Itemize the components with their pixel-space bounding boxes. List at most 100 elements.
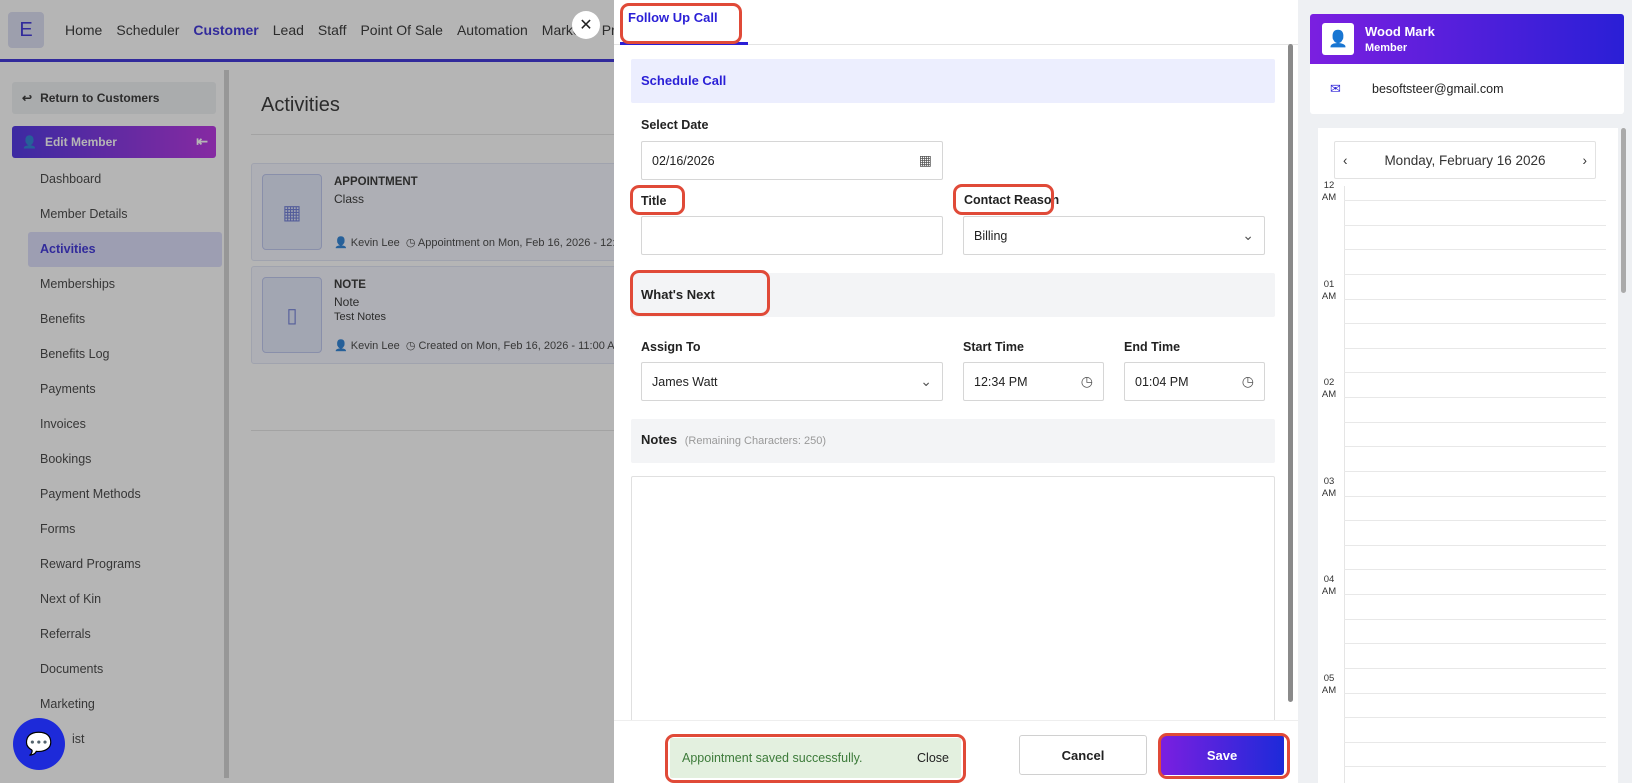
select-date-label: Select Date	[641, 118, 709, 132]
calendar-slot-line	[1344, 667, 1606, 669]
contact-reason-label: Contact Reason	[964, 193, 1060, 207]
end-time-field[interactable]: 01:04 PM ◷	[1124, 362, 1265, 401]
user-icon: 👤	[1328, 31, 1348, 48]
calendar-hour-label: 12 AM	[1320, 180, 1338, 204]
calendar-slot-line	[1344, 421, 1606, 423]
member-name: Wood Mark	[1365, 24, 1435, 39]
whats-next-heading: What's Next	[631, 273, 1275, 317]
calendar-hour-label: 05 AM	[1320, 673, 1338, 697]
start-time-field[interactable]: 12:34 PM ◷	[963, 362, 1104, 401]
chat-icon: 💬	[25, 731, 53, 756]
calendar-slot-line	[1344, 273, 1606, 275]
notes-textarea[interactable]	[631, 476, 1275, 726]
hour-period: AM	[1321, 389, 1337, 400]
calendar-slot-line	[1344, 470, 1606, 472]
save-button[interactable]: Save	[1160, 735, 1284, 775]
calendar-hour-label: 02 AM	[1320, 377, 1338, 401]
calendar-scrollbar[interactable]	[1621, 128, 1626, 293]
hour-value: 04	[1323, 574, 1335, 585]
assign-to-select[interactable]: James Watt ⌄	[641, 362, 943, 401]
chevron-down-icon: ⌄	[920, 373, 932, 389]
end-time-value: 01:04 PM	[1135, 374, 1189, 389]
calendar-slot-line	[1344, 372, 1606, 374]
member-role: Member	[1365, 42, 1408, 54]
calendar-slot-line	[1344, 298, 1606, 300]
dialog-footer: Appointment saved successfully. Close Ca…	[614, 720, 1298, 783]
tab-active-indicator	[620, 42, 748, 45]
calendar-slot-line	[1344, 249, 1606, 251]
success-toast: Appointment saved successfully. Close	[670, 738, 961, 778]
hour-value: 12	[1323, 180, 1335, 191]
member-card: 👤 Wood Mark Member ✉ besoftsteer@gmail.c…	[1310, 14, 1624, 114]
calendar-slot-line	[1344, 495, 1606, 497]
calendar-slot-line	[1344, 717, 1606, 719]
day-calendar: ‹ Monday, February 16 2026 › 12 AM 01 AM 02 A…	[1318, 128, 1618, 783]
calendar-slot-line	[1344, 397, 1606, 398]
assign-to-label: Assign To	[641, 340, 701, 354]
notes-label: Notes	[641, 432, 678, 447]
follow-up-call-dialog: Follow Up Call Schedule Call Select Date…	[614, 0, 1298, 783]
hour-value: 02	[1323, 377, 1335, 388]
chevron-right-icon[interactable]: ›	[1582, 153, 1587, 168]
hour-value: 03	[1323, 475, 1335, 487]
hour-period: AM	[1321, 290, 1337, 302]
end-time-label: End Time	[1124, 340, 1181, 354]
cancel-button[interactable]: Cancel	[1019, 735, 1147, 775]
close-icon: ✕	[579, 17, 593, 34]
calendar-date-nav: ‹ Monday, February 16 2026 ›	[1334, 141, 1596, 179]
chevron-left-icon[interactable]: ‹	[1343, 153, 1348, 168]
hour-period: AM	[1321, 586, 1337, 597]
date-value: 02/16/2026	[652, 153, 715, 168]
calendar-hour-label: 04 AM	[1320, 574, 1338, 598]
calendar-slot-line	[1344, 643, 1606, 645]
calendar-date-label: Monday, February 16 2026	[1384, 152, 1546, 168]
avatar: 👤	[1322, 23, 1354, 55]
calendar-hour-label: 03 AM	[1320, 476, 1338, 500]
title-input[interactable]	[641, 216, 943, 255]
notes-heading: Notes (Remaining Characters: 250)	[631, 419, 1275, 463]
title-label: Title	[641, 194, 667, 208]
calendar-slot-line	[1344, 446, 1606, 448]
calendar-slot-line	[1344, 520, 1606, 522]
start-time-label: Start Time	[963, 340, 1024, 354]
calendar-hour-label: 01 AM	[1320, 279, 1338, 303]
calendar-grid[interactable]: 12 AM 01 AM 02 AM 03 AM 04 AM 05 AM	[1318, 180, 1618, 783]
calendar-slot-line	[1344, 692, 1606, 694]
hour-value: 01	[1323, 278, 1335, 290]
member-header: 👤 Wood Mark Member	[1310, 14, 1624, 64]
calendar-slot-line	[1344, 323, 1606, 325]
clock-icon[interactable]: ◷	[1242, 373, 1254, 390]
tab-follow-up-call[interactable]: Follow Up Call	[628, 10, 718, 25]
hour-value: 05	[1323, 672, 1335, 684]
member-info-panel: 👤 Wood Mark Member ✉ besoftsteer@gmail.c…	[1298, 0, 1632, 783]
schedule-call-heading: Schedule Call	[631, 59, 1275, 103]
calendar-slot-line	[1344, 741, 1606, 743]
calendar-slot-line	[1344, 200, 1606, 201]
modal-backdrop[interactable]	[0, 0, 614, 783]
clock-icon[interactable]: ◷	[1081, 373, 1093, 390]
chat-widget-button[interactable]: 💬	[13, 718, 65, 770]
hour-period: AM	[1321, 487, 1337, 499]
hour-period: AM	[1321, 192, 1337, 203]
calendar-slot-line	[1344, 224, 1606, 226]
notes-remaining-count: (Remaining Characters: 250)	[684, 435, 826, 447]
mail-icon: ✉	[1330, 81, 1341, 96]
calendar-slot-line	[1344, 569, 1606, 571]
calendar-icon[interactable]: ▦	[919, 152, 932, 169]
member-email: besoftsteer@gmail.com	[1372, 82, 1504, 96]
toast-close-button[interactable]: Close	[917, 751, 949, 765]
date-field[interactable]: 02/16/2026 ▦	[641, 141, 943, 180]
calendar-slot-line	[1344, 347, 1606, 349]
close-dialog-button[interactable]: ✕	[572, 11, 600, 39]
toast-message: Appointment saved successfully.	[682, 751, 863, 765]
chevron-down-icon: ⌄	[1242, 227, 1254, 243]
start-time-value: 12:34 PM	[974, 374, 1028, 389]
contact-reason-value: Billing	[974, 228, 1008, 243]
dialog-scrollbar[interactable]	[1288, 44, 1293, 702]
calendar-slot-line	[1344, 544, 1606, 546]
hour-period: AM	[1321, 684, 1337, 696]
dialog-tab-bar: Follow Up Call	[614, 0, 1298, 45]
assign-to-value: James Watt	[652, 374, 718, 389]
calendar-slot-line	[1344, 618, 1606, 620]
contact-reason-select[interactable]: Billing ⌄	[963, 216, 1265, 255]
